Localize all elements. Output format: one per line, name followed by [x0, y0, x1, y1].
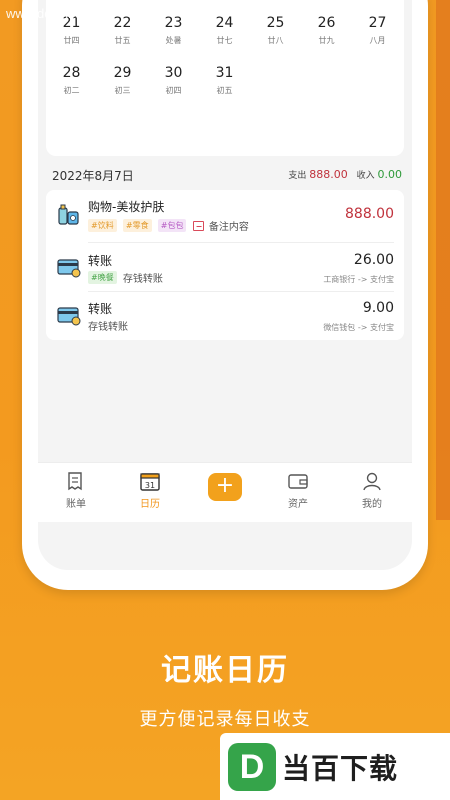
logo-mark: D — [228, 743, 276, 791]
calendar-day[interactable]: 17二十 — [199, 0, 250, 4]
calendar-day[interactable]: 15十八 — [97, 0, 148, 4]
calendar-icon-number: 31 — [145, 481, 155, 490]
lunar-label: 八月 — [369, 36, 386, 45]
bill-icon — [65, 471, 87, 491]
bottom-tab-bar: 账单 31 日历 + 资产 我的 — [38, 462, 412, 522]
tab-label: 我的 — [362, 499, 382, 510]
income-total: 0.00 — [377, 168, 403, 181]
record-item[interactable]: 购物-美妆护肤 #饮料 #零食 #包包 备注内容 888.00 — [46, 190, 404, 240]
day-summary: 2022年8月7日 支出 888.00 收入 0.00 — [46, 166, 404, 186]
phone-frame: 14十七 15十八 16十九 17二十 18廿一 19廿二 20廿三 21廿四 … — [22, 0, 428, 590]
calendar-icon: 31 — [139, 471, 161, 491]
record-title: 转账 — [88, 254, 113, 268]
bank-card-icon — [56, 254, 82, 280]
tab-calendar[interactable]: 31 日历 — [120, 471, 180, 517]
calendar-day[interactable]: 16十九 — [148, 0, 199, 4]
day-number: 30 — [164, 65, 183, 81]
cosmetics-icon — [56, 202, 82, 228]
record-tags: #晚餐 存钱转账 — [88, 270, 163, 285]
record-tags: #饮料 #零食 #包包 备注内容 — [88, 218, 249, 233]
transfer-route: 工商银行 -> 支付宝 — [323, 275, 394, 284]
lunar-label: 初二 — [63, 86, 80, 95]
day-number: 25 — [266, 15, 285, 31]
record-list: 购物-美妆护肤 #饮料 #零食 #包包 备注内容 888.00 转账 #晚餐 存… — [46, 190, 404, 340]
tag-chip[interactable]: #晚餐 — [88, 271, 117, 284]
record-title: 转账 — [88, 302, 113, 316]
record-tags: 存钱转账 — [88, 318, 128, 333]
record-amount: 26.00 — [353, 252, 394, 268]
calendar-grid: 14十七 15十八 16十九 17二十 18廿一 19廿二 20廿三 21廿四 … — [46, 0, 404, 156]
background-edge — [436, 0, 450, 520]
wallet-icon — [287, 471, 309, 491]
lunar-label: 初五 — [216, 86, 233, 95]
lunar-label: 廿八 — [267, 36, 284, 45]
lunar-label: 初三 — [114, 86, 131, 95]
record-item[interactable]: 转账 存钱转账 9.00 微信钱包 -> 支付宝 — [46, 292, 404, 338]
calendar-day[interactable]: 28 初二 — [46, 58, 97, 104]
tab-label: 资产 — [288, 499, 308, 510]
calendar-day[interactable]: 27 八月 — [352, 8, 403, 54]
lunar-label: 处暑 — [165, 36, 182, 45]
calendar-day[interactable]: 31 初五 — [199, 58, 250, 104]
tab-bills[interactable]: 账单 — [46, 471, 106, 517]
day-number: 27 — [368, 15, 387, 31]
transfer-route: 微信钱包 -> 支付宝 — [323, 323, 394, 332]
tab-label: 日历 — [140, 499, 160, 510]
day-number: 24 — [215, 15, 234, 31]
divider — [88, 242, 394, 243]
user-icon — [361, 471, 383, 491]
app-screen: 14十七 15十八 16十九 17二十 18廿一 19廿二 20廿三 21廿四 … — [38, 0, 412, 570]
expense-total: 888.00 — [309, 168, 348, 181]
lunar-label: 初四 — [165, 86, 182, 95]
record-note: 存钱转账 — [88, 322, 128, 333]
calendar-day[interactable]: 24 廿七 — [199, 8, 250, 54]
selected-date: 2022年8月7日 — [52, 169, 134, 183]
record-amount: 888.00 — [345, 206, 394, 222]
calendar-day[interactable]: 19廿二 — [301, 0, 352, 4]
record-item[interactable]: 转账 #晚餐 存钱转账 26.00 工商银行 -> 支付宝 — [46, 244, 404, 290]
day-number: 29 — [113, 65, 132, 81]
tab-mine[interactable]: 我的 — [342, 471, 402, 517]
promo-subtitle: 更方便记录每日收支 — [139, 709, 311, 730]
image-note-icon — [192, 220, 204, 231]
tab-assets[interactable]: 资产 — [268, 471, 328, 517]
day-number: 31 — [215, 65, 234, 81]
calendar-day[interactable]: 20廿三 — [352, 0, 403, 4]
record-amount: 9.00 — [362, 300, 394, 316]
calendar-day[interactable]: 26 廿九 — [301, 8, 352, 54]
calendar-day[interactable]: 30 初四 — [148, 58, 199, 104]
calendar-day[interactable]: 14十七 — [46, 0, 97, 4]
lunar-label: 廿七 — [216, 36, 233, 45]
calendar-week-row: 28 初二 29 初三 30 初四 31 初五 — [46, 58, 404, 108]
income-label: 收入 — [356, 171, 375, 181]
tag-chip[interactable]: #包包 — [157, 219, 187, 232]
day-number: 23 — [164, 15, 183, 31]
expense-label: 支出 — [288, 171, 307, 181]
day-totals: 支出 888.00 收入 0.00 — [288, 168, 402, 181]
tag-chip[interactable]: #零食 — [122, 219, 152, 232]
record-title: 购物-美妆护肤 — [88, 200, 165, 214]
bank-card-icon — [56, 302, 82, 328]
record-note: 备注内容 — [208, 222, 249, 233]
lunar-label: 廿九 — [318, 36, 335, 45]
calendar-day[interactable]: 18廿一 — [250, 0, 301, 4]
record-note: 存钱转账 — [122, 274, 163, 285]
add-record-button[interactable]: + — [208, 473, 242, 501]
lunar-label: 廿四 — [63, 36, 80, 45]
day-number: 26 — [317, 15, 336, 31]
tab-label: 账单 — [66, 499, 86, 510]
site-logo: D 当百下载 — [220, 733, 450, 800]
logo-text: 当百下载 — [282, 752, 399, 785]
calendar-day[interactable]: 29 初三 — [97, 58, 148, 104]
calendar-day[interactable]: 23 处暑 — [148, 8, 199, 54]
calendar-day[interactable]: 25 廿八 — [250, 8, 301, 54]
tag-chip[interactable]: #饮料 — [88, 219, 117, 232]
lunar-label: 廿五 — [114, 36, 131, 45]
promo-title: 记账日历 — [161, 653, 289, 688]
day-number: 28 — [62, 65, 81, 81]
watermark-text: www.downbai.com — [6, 6, 114, 21]
